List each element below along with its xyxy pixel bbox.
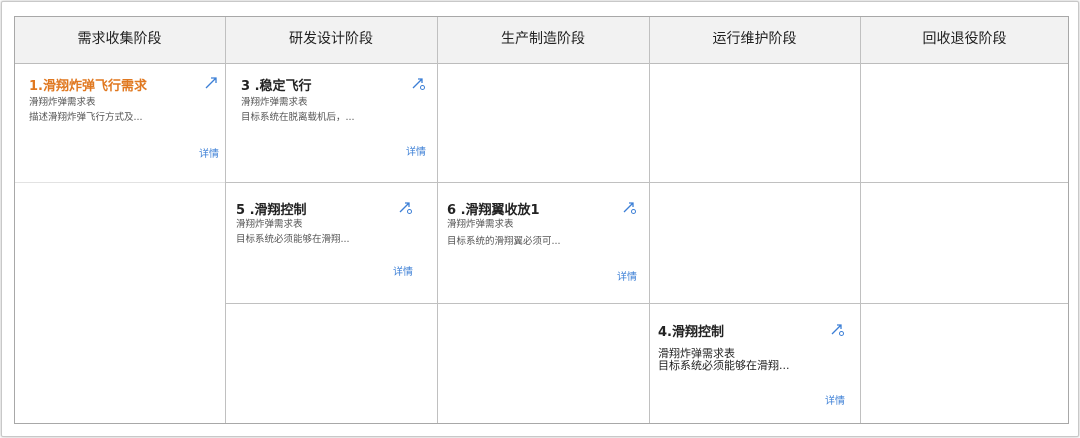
card-title[interactable]: 3 .稳定飞行: [241, 75, 312, 94]
trace-link-icon[interactable]: [397, 199, 413, 215]
detail-link[interactable]: 详情: [199, 145, 219, 160]
requirement-card[interactable]: 4.滑翔控制 滑翔炸弹需求表 目标系统必须能够在滑翔... 详情: [658, 321, 845, 411]
card-description: 目标系统必须能够在滑翔...: [658, 359, 790, 372]
card-type: 滑翔炸弹需求表: [29, 97, 96, 108]
lifecycle-panel: 需求收集阶段 研发设计阶段 生产制造阶段 运行维护阶段 回收退役阶段 1.滑翔炸…: [1, 1, 1079, 437]
card-type: 滑翔炸弹需求表: [241, 97, 308, 108]
trace-link-icon[interactable]: [621, 199, 637, 215]
card-title[interactable]: 5 .滑翔控制: [236, 199, 307, 218]
card-type: 滑翔炸弹需求表: [447, 219, 514, 230]
card-title[interactable]: 6 .滑翔翼收放1: [447, 199, 540, 218]
card-description: 目标系统必须能够在滑翔...: [236, 234, 350, 245]
expand-arrow-icon[interactable]: [203, 75, 219, 91]
requirement-card[interactable]: 5 .滑翔控制 滑翔炸弹需求表 目标系统必须能够在滑翔... 详情: [236, 199, 413, 289]
requirement-card[interactable]: 6 .滑翔翼收放1 滑翔炸弹需求表 目标系统的滑翔翼必须可... 详情: [447, 199, 637, 289]
card-type: 滑翔炸弹需求表: [236, 219, 303, 230]
lifecycle-grid: 需求收集阶段 研发设计阶段 生产制造阶段 运行维护阶段 回收退役阶段 1.滑翔炸…: [14, 16, 1069, 424]
card-description: 目标系统在脱离载机后，...: [241, 112, 355, 123]
card-title[interactable]: 1.滑翔炸弹飞行需求: [29, 75, 147, 94]
detail-link[interactable]: 详情: [617, 268, 637, 283]
requirement-card[interactable]: 3 .稳定飞行 滑翔炸弹需求表 目标系统在脱离载机后，... 详情: [241, 75, 426, 165]
detail-link[interactable]: 详情: [825, 392, 845, 407]
detail-link[interactable]: 详情: [393, 263, 413, 278]
card-title[interactable]: 4.滑翔控制: [658, 321, 724, 340]
trace-link-icon[interactable]: [829, 321, 845, 337]
detail-link[interactable]: 详情: [406, 143, 426, 158]
card-description: 描述滑翔炸弹飞行方式及...: [29, 112, 143, 123]
trace-link-icon[interactable]: [410, 75, 426, 91]
requirement-card[interactable]: 1.滑翔炸弹飞行需求 滑翔炸弹需求表 描述滑翔炸弹飞行方式及... 详情: [29, 75, 219, 165]
card-description: 目标系统的滑翔翼必须可...: [447, 236, 561, 247]
